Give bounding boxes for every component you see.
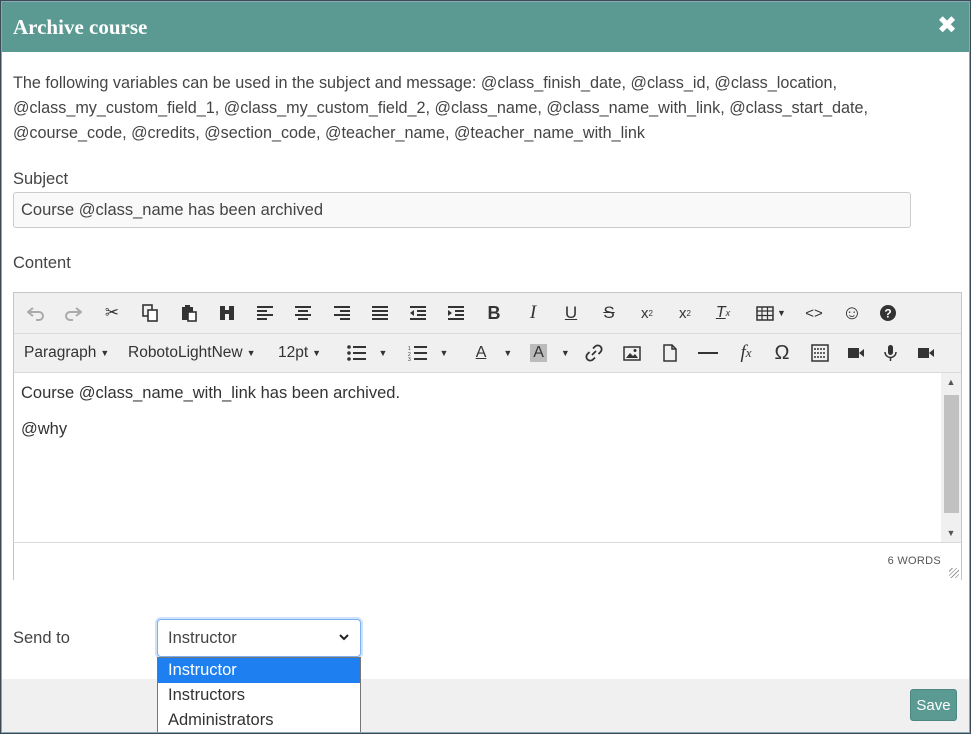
content-label: Content <box>13 254 71 272</box>
paste-icon[interactable] <box>177 293 201 333</box>
outdent-icon[interactable] <box>406 293 430 333</box>
subject-input[interactable]: Course @class_name has been archived <box>13 192 911 228</box>
subject-label: Subject <box>13 170 69 188</box>
dialog-title: Archive course <box>13 15 148 39</box>
superscript-icon[interactable]: x2 <box>673 293 697 333</box>
document-icon[interactable] <box>658 334 682 372</box>
font-family-dropdown[interactable]: RobotoLightNew ▼ <box>128 334 256 372</box>
word-count: 6 WORDS <box>887 555 941 567</box>
help-icon[interactable]: ? <box>876 293 900 333</box>
numbered-list-icon[interactable]: 1 2 3 ▼ <box>405 334 451 372</box>
horizontal-rule-icon[interactable] <box>696 334 720 372</box>
video-icon[interactable] <box>844 334 868 372</box>
font-size-dropdown[interactable]: 12pt ▼ <box>278 334 321 372</box>
send-to-select[interactable]: Instructor <box>157 619 361 657</box>
svg-text:3: 3 <box>408 357 411 361</box>
justify-icon[interactable] <box>368 293 392 333</box>
editor-status-bar: 6 WORDS <box>14 544 961 580</box>
cut-icon[interactable]: ✂ <box>100 293 124 333</box>
editor-scrollbar[interactable]: ▲ ▼ <box>941 373 961 542</box>
font-size-value: 12pt <box>278 344 309 361</box>
archive-course-dialog: Archive course ✖ The following variables… <box>1 1 970 733</box>
image-icon[interactable] <box>620 334 644 372</box>
bullet-list-icon[interactable]: ▼ <box>344 334 390 372</box>
scroll-down-icon[interactable]: ▼ <box>941 528 961 538</box>
block-format-value: Paragraph <box>24 344 97 361</box>
save-button[interactable]: Save <box>910 689 957 721</box>
content-line-1: Course @class_name_with_link has been ar… <box>21 384 401 402</box>
link-icon[interactable] <box>582 334 606 372</box>
send-to-option-instructor[interactable]: Instructor <box>158 658 360 683</box>
bold-icon[interactable]: B <box>482 293 506 333</box>
scroll-up-icon[interactable]: ▲ <box>941 377 961 387</box>
find-icon[interactable] <box>215 293 239 333</box>
variables-help-text: The following variables can be used in t… <box>13 74 869 142</box>
background-color-icon[interactable]: A ▼ <box>522 334 578 372</box>
send-to-option-instructors[interactable]: Instructors <box>158 683 360 708</box>
chevron-down-icon: ▼ <box>312 348 322 358</box>
align-right-icon[interactable] <box>330 293 354 333</box>
indent-icon[interactable] <box>444 293 468 333</box>
emoticon-icon[interactable]: ☺ <box>840 293 864 333</box>
chevron-down-icon: ▼ <box>246 348 256 358</box>
send-to-options-list: Instructor Instructors Administrators <box>157 657 361 732</box>
copy-icon[interactable] <box>138 293 162 333</box>
content-line-2: @why <box>21 420 68 438</box>
redo-icon[interactable] <box>61 293 85 333</box>
dialog-title-bar: Archive course ✖ <box>2 2 969 52</box>
clear-format-icon[interactable]: Tx <box>711 293 735 333</box>
special-char-icon[interactable]: Ω <box>770 334 794 372</box>
media-icon[interactable] <box>914 334 938 372</box>
editor-content-area[interactable]: Course @class_name_with_link has been ar… <box>14 373 961 543</box>
align-left-icon[interactable] <box>253 293 277 333</box>
code-icon[interactable]: <> <box>802 293 826 333</box>
font-family-value: RobotoLightNew <box>128 344 243 361</box>
rich-text-editor: ✂ B I U S x2 x2 T x ▼ <> ☺ ? Paragraph ▼… <box>13 292 962 580</box>
strikethrough-icon[interactable]: S <box>597 293 621 333</box>
table-icon[interactable]: ▼ <box>751 293 791 333</box>
close-icon[interactable]: ✖ <box>934 13 960 39</box>
send-to-label: Send to <box>13 629 70 647</box>
send-to-option-administrators[interactable]: Administrators <box>158 708 360 732</box>
send-to-selected-value: Instructor <box>168 629 237 647</box>
italic-icon[interactable]: I <box>521 293 545 333</box>
chevron-down-icon: ▼ <box>100 348 110 358</box>
scrollbar-thumb[interactable] <box>944 395 959 513</box>
editor-toolbar-row-1: ✂ B I U S x2 x2 T x ▼ <> ☺ ? <box>14 293 961 334</box>
underline-icon[interactable]: U <box>559 293 583 333</box>
dialog-footer: Save <box>2 679 969 732</box>
audio-icon[interactable] <box>879 334 903 372</box>
subscript-icon[interactable]: x2 <box>635 293 659 333</box>
text-color-icon[interactable]: A ▼ <box>466 334 522 372</box>
editor-toolbar-row-2: Paragraph ▼ RobotoLightNew ▼ 12pt ▼ ▼ 1 2 3 ▼ … <box>14 334 961 373</box>
align-center-icon[interactable] <box>291 293 315 333</box>
svg-text:?: ? <box>884 307 891 321</box>
template-icon[interactable] <box>808 334 832 372</box>
undo-icon[interactable] <box>24 293 48 333</box>
block-format-dropdown[interactable]: Paragraph ▼ <box>24 334 109 372</box>
formula-icon[interactable]: fx <box>732 334 760 372</box>
resize-handle-icon[interactable] <box>949 568 959 578</box>
